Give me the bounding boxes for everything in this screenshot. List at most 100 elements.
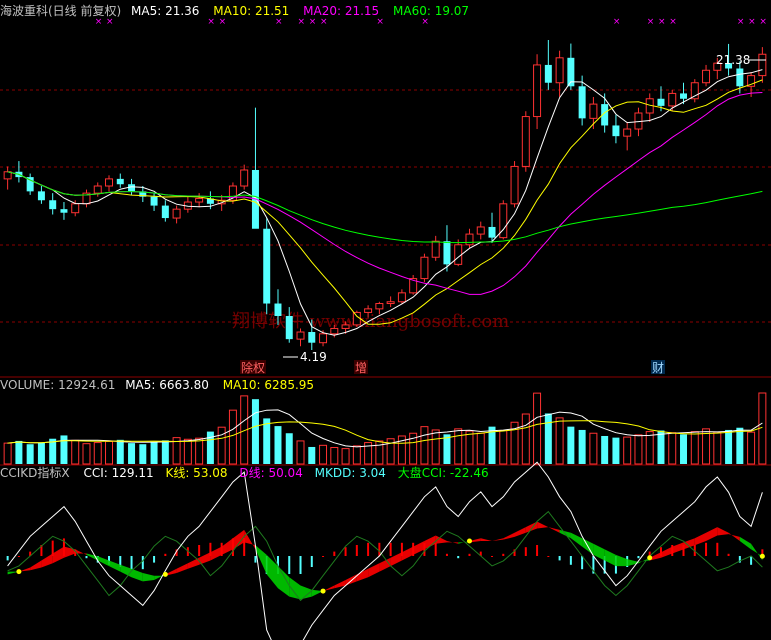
indicator-name: CCIKD指标X — [0, 465, 70, 480]
info-marker[interactable]: × — [95, 17, 103, 27]
kd-ribbon-segment — [30, 560, 42, 571]
candle-body-up — [71, 203, 80, 214]
volume-bar-down — [128, 443, 136, 464]
volume-bar-up — [82, 443, 91, 465]
volume-bar-up — [296, 440, 305, 465]
volume-bar-down — [26, 444, 34, 464]
mkdd-bar — [198, 545, 201, 556]
mkdd-bar — [367, 542, 370, 556]
info-marker[interactable]: × — [669, 17, 677, 27]
volume-bar-up — [533, 392, 542, 465]
info-markers[interactable]: × × × × × × × × × × × × × × × × × — [95, 17, 767, 27]
mkdd-bar — [637, 556, 640, 559]
price-header: 海波重科(日线 前复权) MA5: 21.36 MA10: 21.51 MA20… — [0, 3, 469, 18]
info-marker[interactable]: × — [106, 17, 114, 27]
mkdd-bar — [705, 542, 708, 556]
kd-cross-dot — [647, 555, 653, 561]
badge-3[interactable]: 财 — [652, 361, 664, 375]
price-candles — [3, 40, 767, 350]
info-marker[interactable]: × — [298, 17, 306, 27]
volume-readout: VOLUME: 12924.61 — [0, 378, 115, 392]
candle-body-up — [296, 331, 305, 340]
info-marker[interactable]: × — [219, 17, 227, 27]
candle-body-up — [668, 92, 677, 107]
candle-body-down — [60, 209, 68, 213]
candle-body-up — [240, 169, 249, 187]
candle-body-up — [431, 240, 440, 258]
kd-ribbon-segment — [266, 554, 278, 589]
info-marker[interactable]: × — [737, 17, 745, 27]
volume-header: VOLUME: 12924.61 MA5: 6663.80 MA10: 6285… — [0, 378, 314, 392]
candle-body-down — [578, 86, 586, 119]
candle-body-down — [612, 125, 620, 137]
info-marker[interactable]: × — [748, 17, 756, 27]
info-marker[interactable]: × — [658, 17, 666, 27]
volume-bar-up — [521, 413, 530, 465]
candle-body-down — [488, 226, 496, 238]
volume-bar-up — [195, 437, 204, 465]
volume-ma10-readout: MA10: 6285.95 — [223, 378, 314, 392]
kd-ribbon-segment — [379, 557, 391, 572]
volume-bars — [3, 392, 767, 465]
kd-ribbon-segment — [548, 527, 560, 533]
info-marker[interactable]: × — [320, 17, 328, 27]
mkdd-bar — [558, 556, 561, 561]
info-marker[interactable]: × — [275, 17, 283, 27]
kd-ribbon-segment — [480, 538, 492, 541]
info-marker[interactable]: × — [309, 17, 317, 27]
candle-body-down — [49, 200, 57, 210]
high-price-label: 21.38 — [716, 53, 750, 67]
volume-bar-up — [330, 447, 339, 465]
candle-body-up — [702, 69, 711, 84]
d-readout: D线: 50.04 — [239, 466, 302, 480]
volume-bar-down — [251, 399, 259, 464]
mkdd-bar — [502, 553, 505, 556]
info-marker[interactable]: × — [207, 17, 215, 27]
volume-bar-down — [736, 427, 744, 464]
info-marker[interactable]: × — [421, 17, 429, 27]
candle-body-up — [386, 301, 395, 305]
mkdd-bar — [491, 556, 494, 557]
kd-cross-dot — [320, 588, 326, 594]
candle-body-up — [476, 226, 485, 235]
candle-body-up — [420, 256, 429, 280]
candle-body-up — [364, 308, 373, 313]
volume-bar-up — [454, 428, 463, 465]
candle-body-down — [128, 184, 136, 192]
volume-bar-down — [657, 430, 665, 464]
badge-2[interactable]: 增 — [355, 361, 367, 375]
mkdd-bar — [378, 542, 381, 556]
volume-bar-up — [690, 431, 699, 465]
candle-body-up — [465, 233, 474, 246]
candle-body-down — [443, 241, 451, 265]
candle-body-up — [352, 311, 361, 326]
candle-body-down — [161, 205, 169, 219]
kd-ribbon-segment — [672, 542, 684, 554]
kd-cross-dot — [162, 571, 168, 577]
volume-bar-up — [431, 429, 440, 465]
kd-ribbon-segment — [368, 563, 380, 578]
volume-bar-up — [623, 436, 632, 465]
kd-ribbon-segment — [706, 527, 718, 541]
mkdd-bar — [468, 553, 471, 556]
info-marker[interactable]: × — [647, 17, 655, 27]
volume-bar-down — [578, 429, 586, 464]
volume-bar-down — [308, 446, 316, 464]
candle-body-up — [105, 178, 114, 187]
candle-body-up — [341, 324, 350, 329]
candle-body-down — [657, 98, 665, 106]
info-marker[interactable]: × — [613, 17, 621, 27]
info-marker[interactable]: × — [376, 17, 384, 27]
candle-body-up — [589, 103, 598, 119]
volume-bar-up — [476, 432, 485, 465]
mkdd-bar — [524, 547, 527, 556]
kd-ribbon-segment — [97, 556, 109, 567]
kd-ribbon-segment — [210, 546, 222, 561]
mkdd-bar — [299, 556, 302, 574]
info-marker[interactable]: × — [759, 17, 767, 27]
badge-1[interactable]: 除权 — [241, 360, 265, 375]
ma10-line — [7, 79, 763, 325]
kd-ribbon-segment — [52, 546, 64, 564]
volume-bar-up — [3, 442, 12, 465]
kd-ribbon-segment — [278, 566, 290, 597]
